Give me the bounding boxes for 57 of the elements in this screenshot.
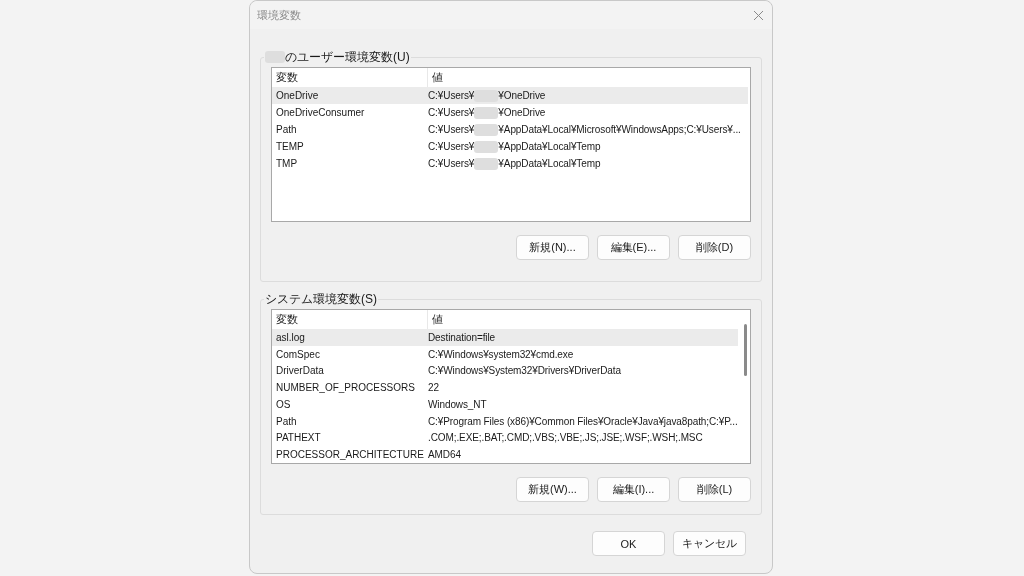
variable-name: OS bbox=[275, 398, 292, 410]
group-label: システム環境変数(S) bbox=[265, 290, 377, 308]
list-row[interactable]: NUMBER_OF_PROCESSORS 22 bbox=[272, 379, 738, 396]
list-row[interactable]: OneDriveConsumer C:¥Users¥ ¥OneDrive bbox=[272, 104, 748, 121]
variable-value: C:¥Program Files (x86)¥Common Files¥Oracle¥Java¥java8path;C:¥P... bbox=[428, 415, 738, 427]
list-row[interactable]: OS Windows_NT bbox=[272, 396, 738, 413]
list-row[interactable]: PROCESSOR_ARCHITECTURE AMD64 bbox=[272, 446, 738, 463]
list-row[interactable]: DriverData C:¥Windows¥System32¥Drivers¥DriverData bbox=[272, 362, 738, 380]
variable-value: C:¥Users¥ bbox=[428, 141, 475, 152]
variable-value: ¥AppData¥Local¥Temp bbox=[498, 141, 601, 152]
variable-name: DriverData bbox=[275, 365, 325, 377]
variable-name: asl.log bbox=[275, 331, 306, 343]
variable-name: PROCESSOR_ARCHITECTURE bbox=[275, 449, 425, 461]
list-row[interactable]: ComSpec C:¥Windows¥system32¥cmd.exe bbox=[272, 345, 738, 363]
list-row[interactable]: Path C:¥Users¥ ¥AppData¥Local¥Microsoft¥WindowsApps;C:¥Users¥... bbox=[272, 121, 748, 138]
variable-name: TMP bbox=[275, 158, 299, 169]
variable-value: C:¥Users¥ bbox=[428, 90, 475, 101]
list-row[interactable]: Path C:¥Program Files (x86)¥Common Files¥Oracle¥Java¥java8path;C:¥P... bbox=[272, 412, 738, 430]
column-header[interactable]: 値 bbox=[428, 310, 738, 329]
variable-value: Windows_NT bbox=[428, 398, 487, 410]
variable-name: PATHEXT bbox=[275, 432, 322, 444]
list-row[interactable]: OneDrive C:¥Users¥ ¥OneDrive bbox=[272, 87, 748, 104]
window-title: 環境変数 bbox=[257, 7, 301, 23]
action-button[interactable]: 削除(L) bbox=[678, 477, 751, 502]
variable-value: ¥AppData¥Local¥Microsoft¥WindowsApps;C:¥Users¥... bbox=[498, 124, 741, 135]
action-button[interactable]: 編集(I)... bbox=[597, 477, 670, 502]
variable-name: ComSpec bbox=[275, 348, 321, 360]
variable-name: NUMBER_OF_PROCESSORS bbox=[275, 382, 416, 394]
list-row[interactable]: asl.log Destination=file bbox=[272, 329, 738, 346]
action-button[interactable]: 編集(E)... bbox=[597, 235, 670, 260]
variable-value: AMD64 bbox=[428, 449, 461, 461]
action-button[interactable]: 新規(W)... bbox=[516, 477, 589, 502]
group-label: のユーザー環境変数(U) bbox=[285, 48, 410, 66]
variable-value: ¥OneDrive bbox=[498, 90, 546, 101]
variable-value: .COM;.EXE;.BAT;.CMD;.VBS;.VBE;.JS;.JSE;.WSF;.WSH;.MSC bbox=[428, 432, 703, 444]
list-row[interactable]: TMP C:¥Users¥ ¥AppData¥Local¥Temp bbox=[272, 155, 748, 172]
variable-value: Destination=file bbox=[428, 331, 496, 343]
variable-value: C:¥Windows¥System32¥Drivers¥DriverData bbox=[428, 365, 621, 377]
variable-name: TEMP bbox=[275, 141, 305, 152]
list-row[interactable]: TEMP C:¥Users¥ ¥AppData¥Local¥Temp bbox=[272, 138, 748, 155]
list-row[interactable]: PATHEXT .COM;.EXE;.BAT;.CMD;.VBS;.VBE;.JS;.JSE;.WSF;.WSH;.MSC bbox=[272, 429, 738, 447]
variable-name: OneDrive bbox=[275, 90, 320, 101]
variable-value: ¥OneDrive bbox=[498, 107, 546, 118]
variable-value: C:¥Users¥ bbox=[428, 107, 475, 118]
variable-value: C:¥Users¥ bbox=[428, 158, 475, 169]
dialog-button[interactable]: キャンセル bbox=[673, 531, 746, 556]
variable-value: C:¥Windows¥system32¥cmd.exe bbox=[428, 348, 574, 360]
variable-name: OneDriveConsumer bbox=[275, 107, 366, 118]
dialog-button[interactable]: OK bbox=[592, 531, 665, 556]
action-button[interactable]: 削除(D) bbox=[678, 235, 751, 260]
variable-value: ¥AppData¥Local¥Temp bbox=[498, 158, 601, 169]
variable-value: C:¥Users¥ bbox=[428, 124, 475, 135]
variable-name: Path bbox=[275, 124, 298, 135]
action-button[interactable]: 新規(N)... bbox=[516, 235, 589, 260]
variable-value: 22 bbox=[428, 382, 439, 394]
column-header[interactable]: 値 bbox=[428, 68, 748, 87]
variable-name: Path bbox=[275, 415, 298, 427]
